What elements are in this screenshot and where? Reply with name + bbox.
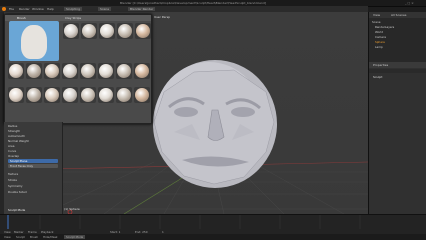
timeline[interactable]: View Marker Frame Playback Start: 1 End:… xyxy=(0,214,426,235)
sculpt-plane-label: Sculpt Plane xyxy=(10,159,28,163)
outliner-row-camera[interactable]: Camera xyxy=(375,35,386,39)
menu-window[interactable]: Window xyxy=(32,7,44,11)
brush-sphere-icon xyxy=(9,88,23,102)
window-title: Blender [C:\Users\Jonathan\Dropbox\Devel… xyxy=(120,1,266,5)
brush-selector-popup[interactable]: Brush Clay Strips BlobClayClay StripsCre… xyxy=(4,14,152,124)
brush-sphere-icon xyxy=(64,24,78,38)
sculpt-head-mesh xyxy=(153,60,277,188)
prop-radius[interactable]: Radius xyxy=(8,124,17,128)
brush-sphere-icon xyxy=(117,88,131,102)
prop-area[interactable]: Area xyxy=(8,144,14,148)
front-faces-label: Front Faces Only xyxy=(10,164,34,168)
window-controls[interactable]: _ □ × xyxy=(405,1,414,5)
brush-sphere-icon xyxy=(99,88,113,102)
brush-sphere-icon xyxy=(63,88,77,102)
sculpt-plane-field[interactable]: Sculpt Plane xyxy=(8,159,58,163)
menu-render[interactable]: Render xyxy=(19,7,30,11)
brush-thumbnail[interactable]: Smooth xyxy=(62,87,78,103)
brush-sphere-icon xyxy=(135,64,149,78)
prop-normal-weight[interactable]: Normal Weight xyxy=(8,139,29,143)
brush-thumbnail[interactable]: Brush xyxy=(134,87,150,103)
status-menu-hide-mask[interactable]: Hide/Mask xyxy=(43,235,58,239)
prop-overlap[interactable]: Overlap xyxy=(8,154,19,158)
brush-popup-subheader: Clay Strips xyxy=(65,16,82,20)
prop-curve[interactable]: Curve xyxy=(8,149,16,153)
timeline-ruler[interactable] xyxy=(0,215,426,229)
viewport-view-label: User Persp xyxy=(154,15,171,19)
brush-sphere-icon xyxy=(117,64,131,78)
front-faces-field[interactable]: Front Faces Only xyxy=(8,164,58,168)
outliner-row-lamp[interactable]: Lamp xyxy=(375,45,383,49)
brush-thumbnail[interactable]: Twist xyxy=(116,87,132,103)
brush-thumbnail[interactable]: Clay xyxy=(81,23,97,39)
status-menu-view[interactable]: View xyxy=(4,235,11,239)
brush-sphere-icon xyxy=(118,24,132,38)
menu-file[interactable]: File xyxy=(9,7,14,11)
status-bar: View Sculpt Brush Hide/Mask Sculpt Mode xyxy=(0,234,426,240)
brush-sphere-icon xyxy=(135,88,149,102)
prop-texture[interactable]: Texture xyxy=(8,172,18,176)
outliner-view-menu[interactable]: View xyxy=(373,13,380,17)
brush-thumbnail[interactable]: Sculpt xyxy=(44,87,60,103)
tool-properties-panel: Radius Strength Autosmooth Normal Weight… xyxy=(4,122,63,214)
prop-symmetry[interactable]: Symmetry xyxy=(8,184,23,188)
brush-sphere-icon xyxy=(63,64,77,78)
outliner-panel: View All Scenes Scene RenderLayers World… xyxy=(368,12,426,62)
status-menu-sculpt[interactable]: Sculpt xyxy=(16,235,25,239)
active-brush-preview[interactable] xyxy=(9,21,59,61)
brush-thumbnail[interactable]: Snake Hook xyxy=(80,87,96,103)
menu-help[interactable]: Help xyxy=(47,7,54,11)
brush-thumbnail[interactable]: Mask xyxy=(98,63,114,79)
scene-selector[interactable]: Scene xyxy=(98,7,112,11)
properties-panel: Properties Sculpt xyxy=(368,62,426,214)
brush-thumbnail[interactable]: Flatten xyxy=(26,63,42,79)
prop-autosmooth[interactable]: Autosmooth xyxy=(8,134,25,138)
brush-sphere-icon xyxy=(45,88,59,102)
brush-sphere-icon xyxy=(81,88,95,102)
brush-thumbnail[interactable]: Inflate xyxy=(62,63,78,79)
viewport-object-label: (1) Sphere xyxy=(64,207,80,211)
outliner-header: View All Scenes xyxy=(369,12,426,18)
brush-thumbnail[interactable]: Clay Strips xyxy=(99,23,115,39)
outliner-row-world[interactable]: World xyxy=(375,30,383,34)
brush-thumbnail[interactable]: Fill/Deepen xyxy=(8,63,24,79)
prop-stroke[interactable]: Stroke xyxy=(8,178,17,182)
outliner-row-renderlayers[interactable]: RenderLayers xyxy=(375,25,394,29)
brush-thumbnail[interactable]: Crease xyxy=(117,23,133,39)
outliner-row-sphere[interactable]: Sphere xyxy=(375,40,385,44)
properties-header: Properties xyxy=(369,62,426,68)
brush-sphere-icon xyxy=(9,64,23,78)
brush-sphere-icon xyxy=(82,24,96,38)
outliner-scope-selector[interactable]: All Scenes xyxy=(391,13,406,17)
brush-thumbnail[interactable]: Polish xyxy=(8,87,24,103)
brush-sphere-icon xyxy=(27,64,41,78)
blender-logo-icon[interactable] xyxy=(2,7,6,11)
brush-thumbnail[interactable]: Draw xyxy=(135,23,151,39)
brush-sphere-icon xyxy=(136,24,150,38)
brush-sphere-icon xyxy=(27,88,41,102)
properties-tabs[interactable] xyxy=(369,69,426,73)
prop-strength[interactable]: Strength xyxy=(8,129,20,133)
brush-sphere-icon xyxy=(100,24,114,38)
properties-section[interactable]: Sculpt xyxy=(373,75,382,79)
brush-sphere-icon xyxy=(45,64,59,78)
brush-thumbnail[interactable]: Pinch xyxy=(134,63,150,79)
properties-title: Properties xyxy=(373,63,389,67)
brush-thumbnail[interactable]: Thumb xyxy=(98,87,114,103)
engine-selector[interactable]: Blender Render xyxy=(128,7,156,11)
brush-thumbnail[interactable]: Scrape xyxy=(26,87,42,103)
status-mode-selector[interactable]: Sculpt Mode xyxy=(64,235,86,239)
brush-thumbnail[interactable]: Nudge xyxy=(116,63,132,79)
prop-double-sided[interactable]: Double Sided xyxy=(8,190,27,194)
brush-sphere-icon xyxy=(99,64,113,78)
outliner-row-scene[interactable]: Scene xyxy=(372,20,381,24)
status-menu-brush[interactable]: Brush xyxy=(30,235,38,239)
brush-thumbnail[interactable]: Layer xyxy=(80,63,96,79)
brush-thumbnail[interactable]: Grab xyxy=(44,63,60,79)
layout-selector[interactable]: Sculpting xyxy=(64,7,83,11)
brush-popup-title: Brush xyxy=(17,16,26,20)
brush-thumbnail[interactable]: Blob xyxy=(63,23,79,39)
brush-sphere-icon xyxy=(81,64,95,78)
sculpt-mode-label: Sculpt Mode xyxy=(8,208,26,212)
